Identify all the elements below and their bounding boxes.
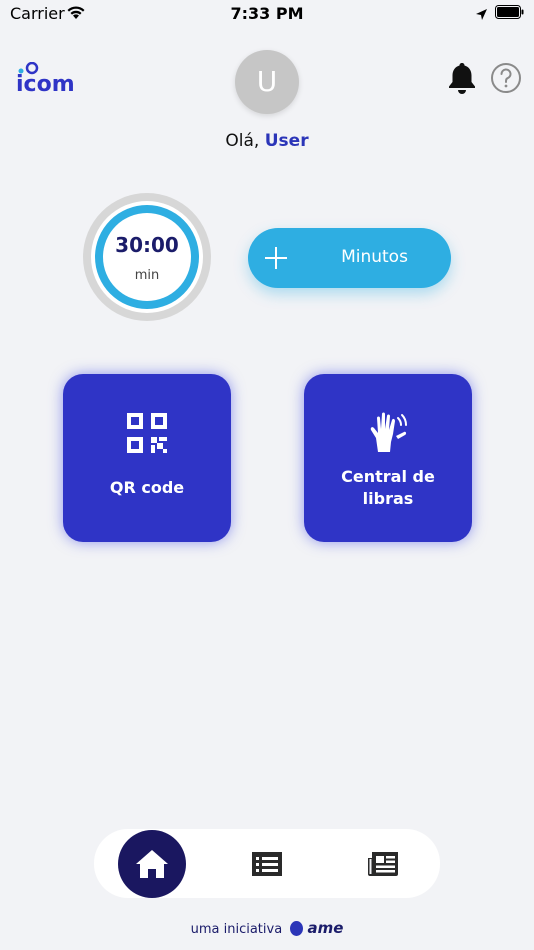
footer: uma iniciativa ame: [0, 919, 534, 937]
plus-icon: [262, 244, 290, 276]
icom-logo: icom: [16, 61, 76, 100]
ame-logo-icon: [290, 921, 304, 936]
home-icon: [136, 850, 168, 878]
timer-value: 30:00: [115, 233, 179, 257]
tab-news[interactable]: [366, 850, 400, 882]
add-minutes-button[interactable]: Minutos: [248, 228, 451, 288]
timer-unit: min: [134, 268, 160, 283]
logo-text: icom: [16, 72, 75, 96]
footer-text: uma iniciativa: [190, 922, 283, 937]
qr-code-icon: [63, 412, 231, 458]
sign-language-icon: [304, 410, 472, 458]
timer-ring: [83, 193, 211, 321]
newspaper-icon: [368, 852, 398, 876]
central-libras-label-line2: libras: [362, 489, 414, 508]
list-icon: [252, 852, 282, 876]
footer-brand: ame: [307, 919, 344, 937]
central-libras-label: Central de libras: [314, 466, 462, 510]
battery-icon: [495, 5, 525, 24]
avatar[interactable]: U: [235, 50, 299, 114]
clock: 7:33 PM: [230, 4, 304, 23]
status-bar: Carrier 7:33 PM: [0, 0, 534, 28]
central-libras-tile[interactable]: Central de libras: [304, 374, 472, 542]
qr-code-tile[interactable]: QR code: [63, 374, 231, 542]
tab-list[interactable]: [250, 850, 284, 882]
user-name: User: [264, 131, 309, 151]
add-minutes-label: Minutos: [341, 247, 408, 267]
greeting: Olá, User: [0, 131, 534, 151]
greeting-prefix: Olá,: [225, 131, 260, 151]
location-arrow-icon: [475, 6, 488, 25]
qr-code-label: QR code: [109, 478, 185, 497]
tab-home[interactable]: [118, 830, 186, 898]
central-libras-label-line1: Central de: [341, 467, 435, 486]
help-icon[interactable]: [490, 62, 522, 98]
bell-icon[interactable]: [446, 61, 478, 99]
